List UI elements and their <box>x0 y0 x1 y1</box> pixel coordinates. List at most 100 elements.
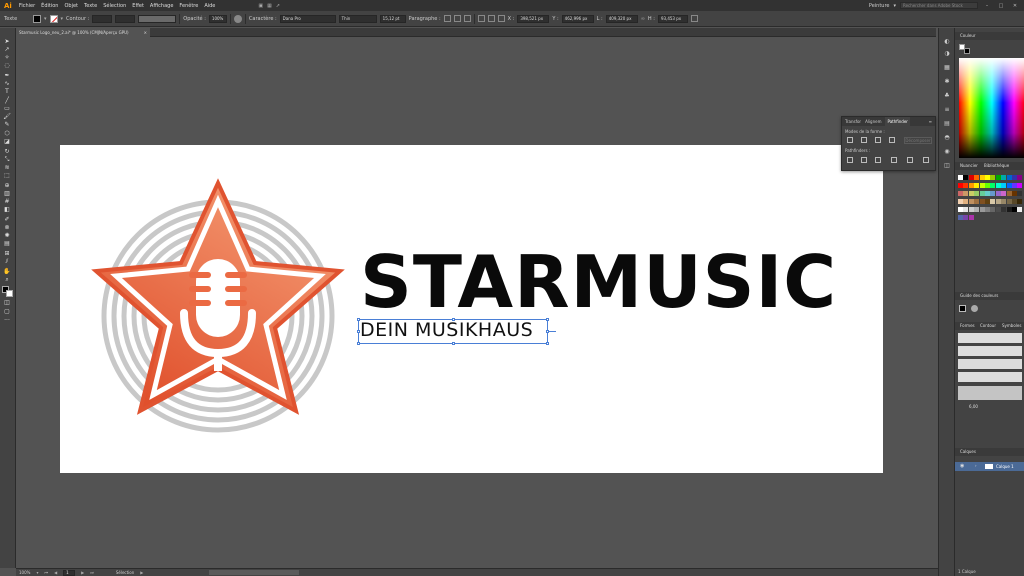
swatch-grid[interactable] <box>958 175 1024 227</box>
color-swatch[interactable] <box>958 191 963 196</box>
next-page-icon[interactable]: ▶ <box>81 570 84 575</box>
swatches-icon[interactable]: ▦ <box>943 64 951 72</box>
x-input[interactable]: 398,521 px <box>517 14 550 23</box>
color-swatch[interactable] <box>1017 183 1023 188</box>
last-page-icon[interactable]: ⏭ <box>90 570 94 575</box>
menu-edition[interactable]: Édition <box>38 3 61 9</box>
color-swatch[interactable] <box>1006 199 1012 204</box>
font-style-select[interactable]: Thin <box>338 14 377 23</box>
menu-aide[interactable]: Aide <box>201 3 218 9</box>
first-page-icon[interactable]: ⏮ <box>44 570 48 575</box>
tab-forms[interactable]: Formes <box>957 322 978 330</box>
perspective-grid-icon[interactable]: ▥ <box>3 191 11 197</box>
play-icon[interactable]: ▶ <box>140 570 143 575</box>
stroke-color-icon[interactable] <box>964 48 970 54</box>
zoom-level[interactable]: 100% <box>19 570 30 575</box>
menu-affichage[interactable]: Affichage <box>147 3 177 9</box>
reference-point-icon[interactable] <box>497 15 505 22</box>
selection-handle[interactable] <box>357 330 360 333</box>
pen-tool-icon[interactable]: ✒ <box>3 73 11 79</box>
selection-handle[interactable] <box>357 342 360 345</box>
align-right-icon[interactable] <box>463 15 471 22</box>
tab-document[interactable]: Starmusic Logo_neu_2.ai* @ 100% (CMJN/Ap… <box>16 28 150 37</box>
y-input[interactable]: 462,996 px <box>561 14 594 23</box>
tool-status[interactable]: Sélection <box>116 570 134 575</box>
tab-transform[interactable]: Transfor <box>845 119 861 124</box>
align-left-icon[interactable] <box>443 15 451 22</box>
tab-layers[interactable]: Calques <box>957 448 979 456</box>
menu-selection[interactable]: Sélection <box>100 3 129 9</box>
mesh-tool-icon[interactable]: # <box>3 199 11 205</box>
tab-color-guide[interactable]: Guide des couleurs <box>957 292 1001 300</box>
menu-effet[interactable]: Effet <box>129 3 147 9</box>
stroke-profile-select[interactable] <box>115 14 136 23</box>
color-swatch[interactable] <box>974 207 980 212</box>
brush-row[interactable] <box>958 346 1022 356</box>
stroke-color-icon[interactable] <box>6 290 13 297</box>
stroke-panel-icon[interactable]: ≡ <box>943 106 951 114</box>
color-swatch[interactable] <box>985 191 990 196</box>
lasso-icon[interactable]: ◌ <box>3 63 11 69</box>
color-swatch[interactable] <box>995 183 1001 188</box>
symbol-sprayer-icon[interactable]: ✺ <box>3 233 11 239</box>
chevron-down-icon[interactable]: ▾ <box>44 16 47 22</box>
pencil-icon[interactable]: ✎ <box>3 122 11 128</box>
tab-swatches[interactable]: Nuancier <box>957 162 981 170</box>
selection-tool-icon[interactable]: ➤ <box>3 39 11 45</box>
color-swatch[interactable] <box>979 191 985 196</box>
stroke-swatch[interactable] <box>49 14 58 23</box>
menu-texte[interactable]: Texte <box>81 3 100 9</box>
brush-row[interactable] <box>958 359 1022 369</box>
color-swatch[interactable] <box>958 207 963 212</box>
color-swatch[interactable] <box>963 207 969 212</box>
exclude-icon[interactable] <box>889 137 895 143</box>
symbols-icon[interactable]: ♣ <box>943 92 951 100</box>
graph-tool-icon[interactable]: ▤ <box>3 241 11 247</box>
stroke-weight-input[interactable] <box>92 14 113 23</box>
tab-color[interactable]: Couleur <box>957 32 979 40</box>
color-swatch[interactable] <box>1017 175 1023 180</box>
brand-title[interactable]: STARMUSIC <box>360 237 837 327</box>
color-spectrum[interactable] <box>959 58 1024 158</box>
rotate-tool-icon[interactable]: ↻ <box>3 149 11 155</box>
text-selection-box[interactable] <box>357 318 556 345</box>
color-swatch[interactable] <box>1017 191 1023 196</box>
color-swatch[interactable] <box>985 207 990 212</box>
merge-icon[interactable] <box>875 157 881 163</box>
brush-dots-row[interactable] <box>958 333 1022 343</box>
menu-fenetre[interactable]: Fenêtre <box>176 3 201 9</box>
hand-tool-icon[interactable]: ✋ <box>3 269 11 275</box>
minus-back-icon[interactable] <box>923 157 929 163</box>
color-swatch[interactable] <box>995 191 1001 196</box>
font-family-select[interactable]: Dana Pro <box>279 14 336 23</box>
shape-builder-icon[interactable]: ⊕ <box>3 183 11 189</box>
zoom-tool-icon[interactable]: ⌕ <box>3 277 11 283</box>
gradient-panel-icon[interactable]: ▤ <box>943 120 951 128</box>
color-swatch[interactable] <box>1006 183 1012 188</box>
menu-objet[interactable]: Objet <box>61 3 81 9</box>
color-swatch[interactable] <box>1012 191 1017 196</box>
gradient-tool-icon[interactable]: ◧ <box>3 207 11 213</box>
color-swatch[interactable] <box>990 191 996 196</box>
paragraph-label[interactable]: Paragraphe : <box>409 16 441 22</box>
color-swatch[interactable] <box>963 191 969 196</box>
artboard[interactable]: STARMUSIC DEIN MUSIKHAUS <box>60 145 883 473</box>
brush-definition-select[interactable] <box>138 14 177 23</box>
divide-icon[interactable] <box>847 157 853 163</box>
rocket-icon[interactable]: ➚ <box>272 3 280 9</box>
eraser-icon[interactable]: ◪ <box>3 139 11 145</box>
color-swatch[interactable] <box>1012 207 1017 212</box>
color-swatch[interactable] <box>979 183 985 188</box>
appearance-icon[interactable]: ◉ <box>943 148 951 156</box>
artboard-tool-icon[interactable]: ⊞ <box>3 251 11 257</box>
selection-handle[interactable] <box>452 318 455 321</box>
align-objects-icon[interactable] <box>487 15 495 22</box>
color-swatch[interactable] <box>963 175 969 180</box>
tab-symbols[interactable]: Symboles <box>999 322 1024 330</box>
tab-library[interactable]: Bibliothèque <box>981 162 1012 170</box>
color-swatch[interactable] <box>974 175 980 180</box>
chevron-down-icon[interactable]: ▾ <box>36 570 38 575</box>
eyedropper-icon[interactable]: ✐ <box>3 217 11 223</box>
stock-search-input[interactable]: Rechercher dans Adobe Stock <box>900 2 978 9</box>
character-label[interactable]: Caractère : <box>249 16 277 22</box>
